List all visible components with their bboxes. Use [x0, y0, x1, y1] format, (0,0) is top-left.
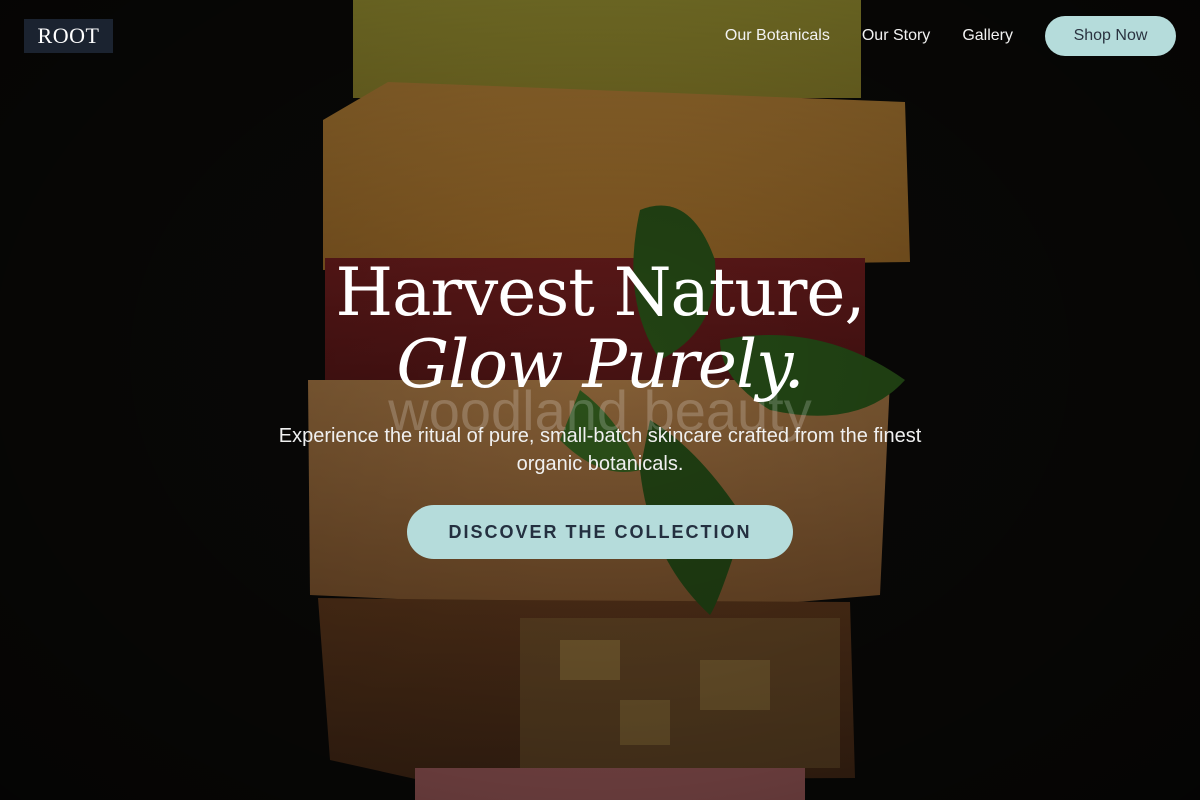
- top-nav: Our Botanicals Our Story Gallery Shop No…: [725, 16, 1176, 56]
- nav-link-botanicals[interactable]: Our Botanicals: [725, 27, 830, 45]
- hero-heading-line1: Harvest Nature,: [335, 254, 866, 331]
- nav-link-gallery[interactable]: Gallery: [962, 27, 1013, 45]
- hero-subtitle: Experience the ritual of pure, small-bat…: [278, 425, 922, 475]
- brand-logo[interactable]: ROOT: [24, 19, 113, 53]
- discover-collection-button[interactable]: DISCOVER THE COLLECTION: [407, 505, 793, 559]
- nav-link-story[interactable]: Our Story: [862, 27, 930, 45]
- shop-now-button[interactable]: Shop Now: [1045, 16, 1176, 56]
